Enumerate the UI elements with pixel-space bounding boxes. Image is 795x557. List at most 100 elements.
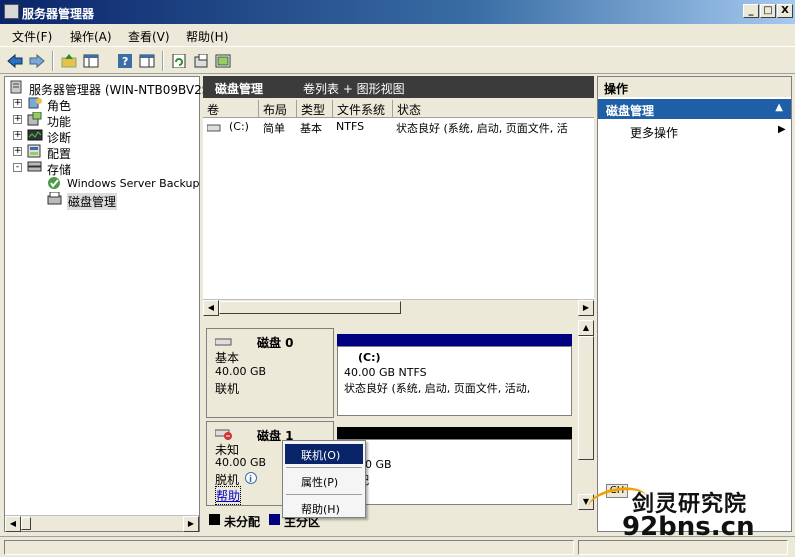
- status-cell: [4, 540, 574, 555]
- menu-item-help[interactable]: 帮助(H): [285, 498, 363, 518]
- title-bar: 服务器管理器 _ □ X: [0, 0, 795, 24]
- server-icon: [10, 80, 22, 94]
- refresh-icon[interactable]: [170, 52, 188, 70]
- expand-toggle[interactable]: +: [13, 147, 22, 156]
- forward-icon[interactable]: [28, 52, 46, 70]
- tree-horizontal-scrollbar[interactable]: ◀ ▶: [5, 515, 199, 532]
- maximize-button[interactable]: □: [760, 4, 776, 18]
- volume-list-header: 卷 布局 类型 文件系统 状态: [203, 100, 594, 118]
- properties-icon[interactable]: [192, 52, 210, 70]
- export-icon[interactable]: [214, 52, 232, 70]
- disk-offline-icon: [215, 429, 232, 440]
- tree-item-disk-management[interactable]: 磁盘管理: [5, 192, 195, 210]
- minimize-button[interactable]: _: [743, 4, 759, 18]
- disk-management-icon: [47, 192, 62, 205]
- drive-icon: [207, 124, 221, 132]
- menu-item-properties[interactable]: 属性(P): [285, 471, 363, 491]
- show-hide-action-icon[interactable]: [138, 52, 156, 70]
- help-link[interactable]: 帮助: [215, 486, 242, 505]
- action-pane: 操作 磁盘管理 ▲ 更多操作 ▶: [597, 76, 792, 532]
- scroll-thumb[interactable]: [219, 301, 401, 314]
- features-icon: [27, 112, 42, 126]
- close-button[interactable]: X: [777, 4, 793, 18]
- svg-text:i: i: [249, 475, 252, 484]
- menu-file[interactable]: 文件(F): [12, 28, 52, 45]
- watermark-url: 92bns.cn: [622, 512, 755, 542]
- collapse-toggle[interactable]: -: [13, 163, 22, 172]
- column-header-filesystem[interactable]: 文件系统: [333, 100, 393, 118]
- cell-layout: 简单: [263, 122, 285, 135]
- action-more-label: 更多操作: [630, 126, 679, 140]
- expand-toggle[interactable]: +: [13, 115, 22, 124]
- show-hide-tree-icon[interactable]: [82, 52, 100, 70]
- toolbar: ?: [0, 46, 795, 74]
- disk-name: 磁盘 0: [257, 336, 294, 350]
- context-menu: 联机(O) 属性(P) 帮助(H): [282, 440, 366, 518]
- status-cell: [578, 540, 788, 555]
- disk-1-volume-box[interactable]: 40 GB 配: [337, 439, 572, 505]
- console-tree: 服务器管理器 (WIN-NTB09BV2SF + 角色 + 功能 + 诊断 + …: [4, 76, 216, 532]
- scroll-right-icon[interactable]: ▶: [183, 516, 199, 532]
- volume-list: (C:) 简单 基本 NTFS 状态良好 (系统, 启动, 页面文件, 活: [203, 118, 594, 299]
- disk-type: 基本: [215, 351, 240, 365]
- column-header-type[interactable]: 类型: [297, 100, 333, 118]
- scroll-thumb[interactable]: [21, 517, 31, 530]
- tree-item-configuration[interactable]: + 配置: [5, 144, 195, 161]
- scroll-left-icon[interactable]: ◀: [5, 516, 21, 532]
- tree-item-storage[interactable]: - 存储: [5, 160, 195, 177]
- back-icon[interactable]: [6, 52, 24, 70]
- unallocated-bar: [337, 427, 572, 439]
- expand-toggle[interactable]: +: [13, 99, 22, 108]
- volume-size-fs: 40.00 GB NTFS: [344, 366, 427, 379]
- scroll-right-icon[interactable]: ▶: [578, 300, 594, 316]
- collapse-arrow-icon[interactable]: ▲: [775, 102, 783, 113]
- column-header-layout[interactable]: 布局: [259, 100, 297, 118]
- menu-view[interactable]: 查看(V): [128, 28, 170, 45]
- tree-item-diagnostics[interactable]: + 诊断: [5, 128, 195, 145]
- expand-toggle[interactable]: +: [13, 131, 22, 140]
- legend-unallocated-label: 未分配: [224, 515, 261, 529]
- toolbar-separator: [162, 51, 164, 71]
- tree-item-windows-server-backup[interactable]: Windows Server Backup: [5, 176, 200, 192]
- window-title: 服务器管理器: [22, 7, 95, 21]
- disk-0-info[interactable]: 磁盘 0 基本 40.00 GB 联机: [206, 328, 334, 418]
- scroll-left-icon[interactable]: ◀: [203, 300, 219, 316]
- tree-item-roles[interactable]: + 角色: [5, 96, 195, 113]
- disk-state: 联机: [215, 382, 240, 396]
- diagnostics-icon: [27, 129, 43, 141]
- tree-item-features[interactable]: + 功能: [5, 112, 195, 129]
- scroll-thumb[interactable]: [578, 336, 594, 460]
- legend: 未分配 主分区: [203, 510, 594, 532]
- menu-action[interactable]: 操作(A): [70, 28, 112, 45]
- volume-c-box[interactable]: (C:) 40.00 GB NTFS 状态良好 (系统, 启动, 页面文件, 活…: [337, 346, 572, 416]
- backup-icon: [48, 177, 60, 189]
- list-horizontal-scrollbar[interactable]: ◀ ▶: [203, 299, 594, 316]
- scroll-up-icon[interactable]: ▲: [578, 320, 594, 336]
- disk-size: 40.00 GB: [215, 365, 267, 378]
- menu-item-online[interactable]: 联机(O): [285, 444, 363, 464]
- view-mode-label: 卷列表 + 图形视图: [303, 82, 405, 96]
- action-section-disk-management[interactable]: 磁盘管理 ▲: [598, 99, 791, 119]
- action-more[interactable]: 更多操作 ▶: [598, 123, 791, 141]
- legend-unallocated-swatch: [209, 514, 220, 525]
- submenu-arrow-icon: ▶: [778, 124, 786, 135]
- svg-text:?: ?: [122, 55, 128, 68]
- info-icon[interactable]: i: [245, 472, 257, 484]
- up-folder-icon[interactable]: [60, 52, 78, 70]
- help-icon[interactable]: ?: [116, 52, 134, 70]
- disk-vertical-scrollbar[interactable]: ▲ ▼: [578, 320, 594, 510]
- configuration-icon: [27, 144, 41, 158]
- column-header-volume[interactable]: 卷: [203, 100, 259, 118]
- cell-type: 基本: [300, 122, 322, 135]
- action-pane-header: 操作: [598, 77, 791, 97]
- cell-status: 状态良好 (系统, 启动, 页面文件, 活: [396, 122, 568, 135]
- menu-separator: [286, 494, 362, 495]
- tree-item-label: Windows Server Backup: [67, 177, 200, 190]
- menu-help[interactable]: 帮助(H): [186, 28, 228, 45]
- menu-separator: [286, 467, 362, 468]
- disk-icon: [215, 338, 232, 346]
- table-row[interactable]: (C:) 简单 基本 NTFS 状态良好 (系统, 启动, 页面文件, 活: [203, 120, 594, 136]
- cell-filesystem: NTFS: [336, 120, 365, 133]
- disk-graphical-view: 磁盘 0 基本 40.00 GB 联机 (C:) 40.00 GB NTFS 状…: [203, 320, 580, 510]
- column-header-status[interactable]: 状态: [393, 100, 594, 118]
